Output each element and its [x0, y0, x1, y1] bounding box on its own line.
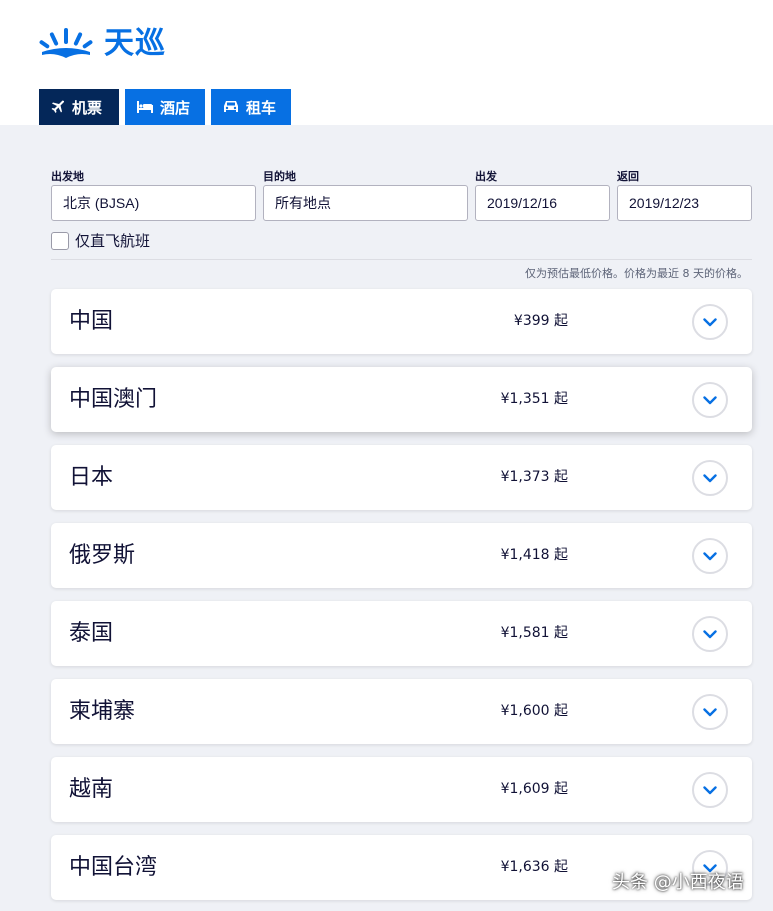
- destination-name: 俄罗斯: [69, 543, 136, 568]
- return-date-field: 返回 2019/12/23: [617, 168, 752, 221]
- destination-name: 中国台湾: [69, 855, 158, 880]
- product-tabs: 机票 酒店 租车: [39, 89, 297, 125]
- chevron-down-icon: [703, 473, 717, 482]
- expand-button[interactable]: [692, 772, 728, 808]
- chevron-down-icon: [703, 395, 717, 404]
- bed-icon: [137, 101, 153, 113]
- plane-icon: [51, 100, 65, 114]
- origin-input[interactable]: 北京 (BJSA): [51, 185, 256, 221]
- result-row[interactable]: 泰国 ¥1,581 起: [51, 601, 752, 666]
- destination-price: ¥399 起: [513, 313, 568, 329]
- destination-price: ¥1,418 起: [500, 547, 568, 563]
- result-row[interactable]: 越南 ¥1,609 起: [51, 757, 752, 822]
- destination-name: 中国: [69, 309, 114, 334]
- header: 天巡 机票 酒店 租车: [0, 0, 773, 125]
- direct-only-option[interactable]: 仅直飞航班: [51, 230, 150, 251]
- price-disclaimer: 仅为预估最低价格。价格为最近 8 天的价格。: [525, 267, 748, 280]
- direct-only-checkbox[interactable]: [51, 231, 69, 250]
- car-icon: [223, 100, 239, 114]
- return-date-input[interactable]: 2019/12/23: [617, 185, 752, 221]
- destination-label: 目的地: [263, 170, 296, 183]
- expand-button[interactable]: [692, 616, 728, 652]
- origin-label: 出发地: [51, 170, 84, 183]
- tab-label: 酒店: [160, 98, 191, 117]
- chevron-down-icon: [703, 551, 717, 560]
- divider: [51, 259, 752, 260]
- origin-field: 出发地 北京 (BJSA): [51, 168, 256, 221]
- destination-name: 柬埔寨: [69, 699, 136, 724]
- destination-price: ¥1,600 起: [500, 703, 568, 719]
- watermark: 头条 @小西夜语: [612, 872, 744, 893]
- destination-name: 日本: [69, 465, 114, 490]
- chevron-down-icon: [703, 707, 717, 716]
- depart-date-input[interactable]: 2019/12/16: [475, 185, 610, 221]
- result-row[interactable]: 中国 ¥399 起: [51, 289, 752, 354]
- result-row[interactable]: 柬埔寨 ¥1,600 起: [51, 679, 752, 744]
- chevron-down-icon: [703, 629, 717, 638]
- depart-date-field: 出发 2019/12/16: [475, 168, 610, 221]
- tab-flights[interactable]: 机票: [39, 89, 119, 125]
- chevron-down-icon: [703, 785, 717, 794]
- destination-input[interactable]: 所有地点: [263, 185, 468, 221]
- expand-button[interactable]: [692, 304, 728, 340]
- tab-car-hire[interactable]: 租车: [211, 89, 291, 125]
- destination-price: ¥1,609 起: [500, 781, 568, 797]
- destination-price: ¥1,581 起: [500, 625, 568, 641]
- expand-button[interactable]: [692, 382, 728, 418]
- brand-logo[interactable]: 天巡: [38, 26, 166, 62]
- tab-label: 机票: [72, 98, 103, 117]
- expand-button[interactable]: [692, 538, 728, 574]
- brand-name: 天巡: [104, 26, 166, 61]
- depart-date-label: 出发: [475, 170, 497, 183]
- return-date-label: 返回: [617, 170, 639, 183]
- destination-price: ¥1,351 起: [500, 391, 568, 407]
- destination-name: 越南: [69, 777, 114, 802]
- expand-button[interactable]: [692, 694, 728, 730]
- destination-field: 目的地 所有地点: [263, 168, 468, 221]
- tab-label: 租车: [246, 98, 277, 117]
- search-form: 出发地 北京 (BJSA) 目的地 所有地点 出发 2019/12/16 返回 …: [51, 168, 752, 260]
- destination-name: 中国澳门: [69, 387, 158, 412]
- tab-hotels[interactable]: 酒店: [125, 89, 205, 125]
- expand-button[interactable]: [692, 460, 728, 496]
- destination-price: ¥1,373 起: [500, 469, 568, 485]
- destination-price: ¥1,636 起: [500, 859, 568, 875]
- sun-logo-icon: [39, 28, 93, 58]
- result-row[interactable]: 俄罗斯 ¥1,418 起: [51, 523, 752, 588]
- result-row[interactable]: 中国澳门 ¥1,351 起: [51, 367, 752, 432]
- result-row[interactable]: 日本 ¥1,373 起: [51, 445, 752, 510]
- direct-only-label: 仅直飞航班: [75, 232, 151, 250]
- chevron-down-icon: [703, 317, 717, 326]
- destination-name: 泰国: [69, 621, 114, 646]
